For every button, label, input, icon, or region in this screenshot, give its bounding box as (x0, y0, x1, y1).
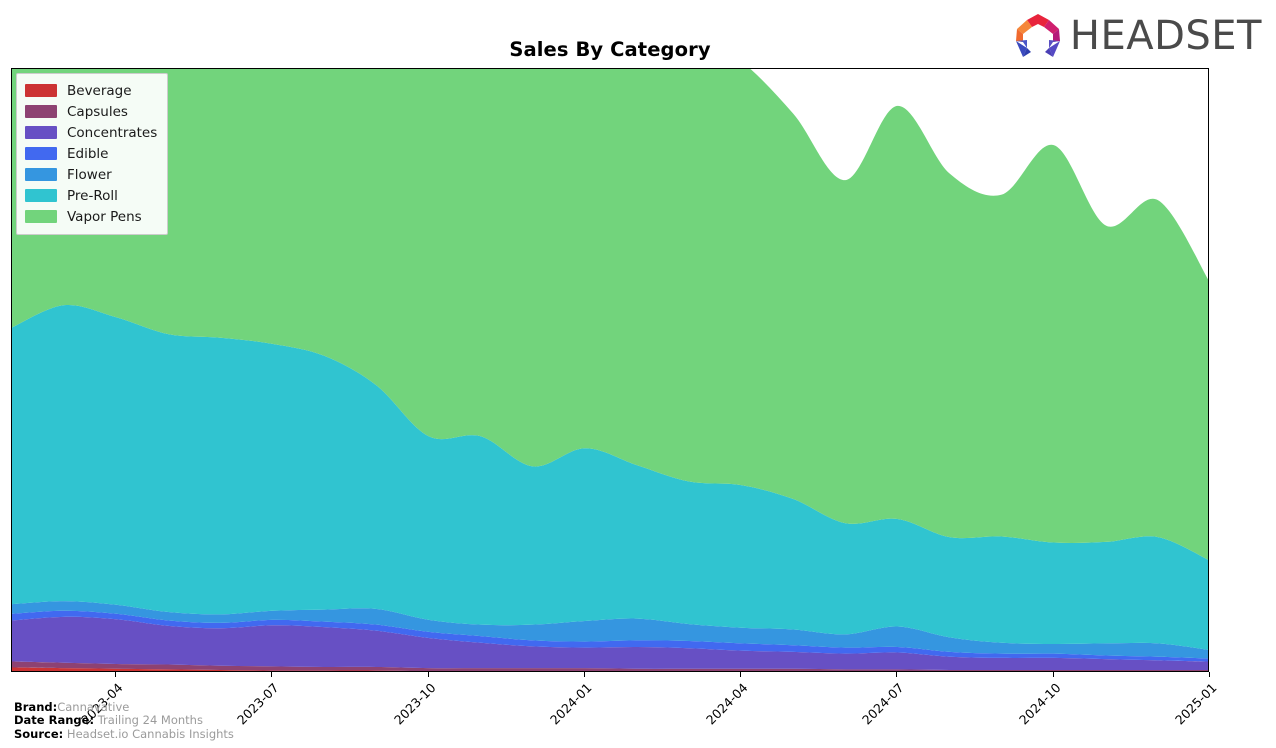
x-axis-tick-mark (896, 672, 898, 677)
legend-swatch-icon (25, 105, 57, 118)
legend-swatch-icon (25, 126, 57, 139)
headset-brand-logo: HEADSET (1012, 12, 1262, 60)
footer-brand-value: Cannavative (57, 699, 130, 714)
legend-item-concentrates[interactable]: Concentrates (25, 122, 157, 143)
chart-plot-area (11, 68, 1209, 672)
x-axis-tick-label: 2025-01 (1172, 680, 1220, 728)
legend-item-label: Flower (67, 166, 112, 183)
footer-source-label: Source: (14, 726, 64, 741)
legend-item-label: Edible (67, 145, 109, 162)
legend-item-label: Beverage (67, 82, 132, 99)
legend-item-label: Capsules (67, 103, 128, 120)
legend-swatch-icon (25, 210, 57, 223)
x-axis-tick-mark (1052, 672, 1054, 677)
headset-logo-text: HEADSET (1069, 13, 1262, 59)
x-axis-tick-mark (427, 672, 429, 677)
x-axis-tick-label: 2024-01 (547, 680, 595, 728)
footer-brand-label: Brand: (14, 699, 58, 714)
legend-swatch-icon (25, 168, 57, 181)
legend-item-edible[interactable]: Edible (25, 143, 157, 164)
legend-item-pre-roll[interactable]: Pre-Roll (25, 185, 157, 206)
x-axis-tick-label: 2024-07 (859, 680, 908, 728)
legend-swatch-icon (25, 189, 57, 202)
stacked-area-svg (12, 69, 1208, 671)
footer-daterange-row: Date Range: Trailing 24 Months (14, 713, 234, 728)
legend-item-vapor-pens[interactable]: Vapor Pens (25, 206, 157, 227)
x-axis-tick-mark (271, 672, 273, 677)
x-axis-tick-mark (740, 672, 742, 677)
legend-swatch-icon (25, 147, 57, 160)
legend-item-label: Pre-Roll (67, 187, 118, 204)
x-axis-tick-mark (1209, 672, 1210, 677)
footer-brand-row: Brand:Cannavative (14, 699, 234, 715)
legend-item-flower[interactable]: Flower (25, 164, 157, 185)
chart-page: Sales By Category HEADSET Beverage Capsul… (0, 0, 1276, 748)
chart-footer: Brand:Cannavative Date Range: Trailing 2… (14, 699, 234, 742)
x-axis-tick-mark (583, 672, 585, 677)
footer-daterange-value: Trailing 24 Months (97, 713, 203, 727)
x-axis-tick-label: 2024-04 (703, 680, 751, 728)
legend-item-label: Concentrates (67, 124, 158, 141)
legend-item-beverage[interactable]: Beverage (25, 80, 157, 101)
headset-logo-icon (1015, 14, 1060, 57)
footer-daterange-label: Date Range: (14, 713, 95, 727)
footer-source-value: Headset.io Cannabis Insights (66, 726, 234, 741)
x-axis-tick-mark (115, 672, 117, 677)
x-axis-tick-label: 2023-07 (234, 680, 283, 728)
legend-swatch-icon (25, 84, 57, 97)
x-axis-tick-label: 2024-10 (1015, 680, 1064, 728)
chart-legend: Beverage Capsules Concentrates Edible Flower… (16, 73, 169, 235)
footer-source-row: Source: Headset.io Cannabis Insights (14, 726, 234, 742)
legend-item-label: Vapor Pens (67, 208, 142, 225)
x-axis-tick-label: 2023-10 (390, 680, 439, 728)
legend-item-capsules[interactable]: Capsules (25, 101, 157, 122)
